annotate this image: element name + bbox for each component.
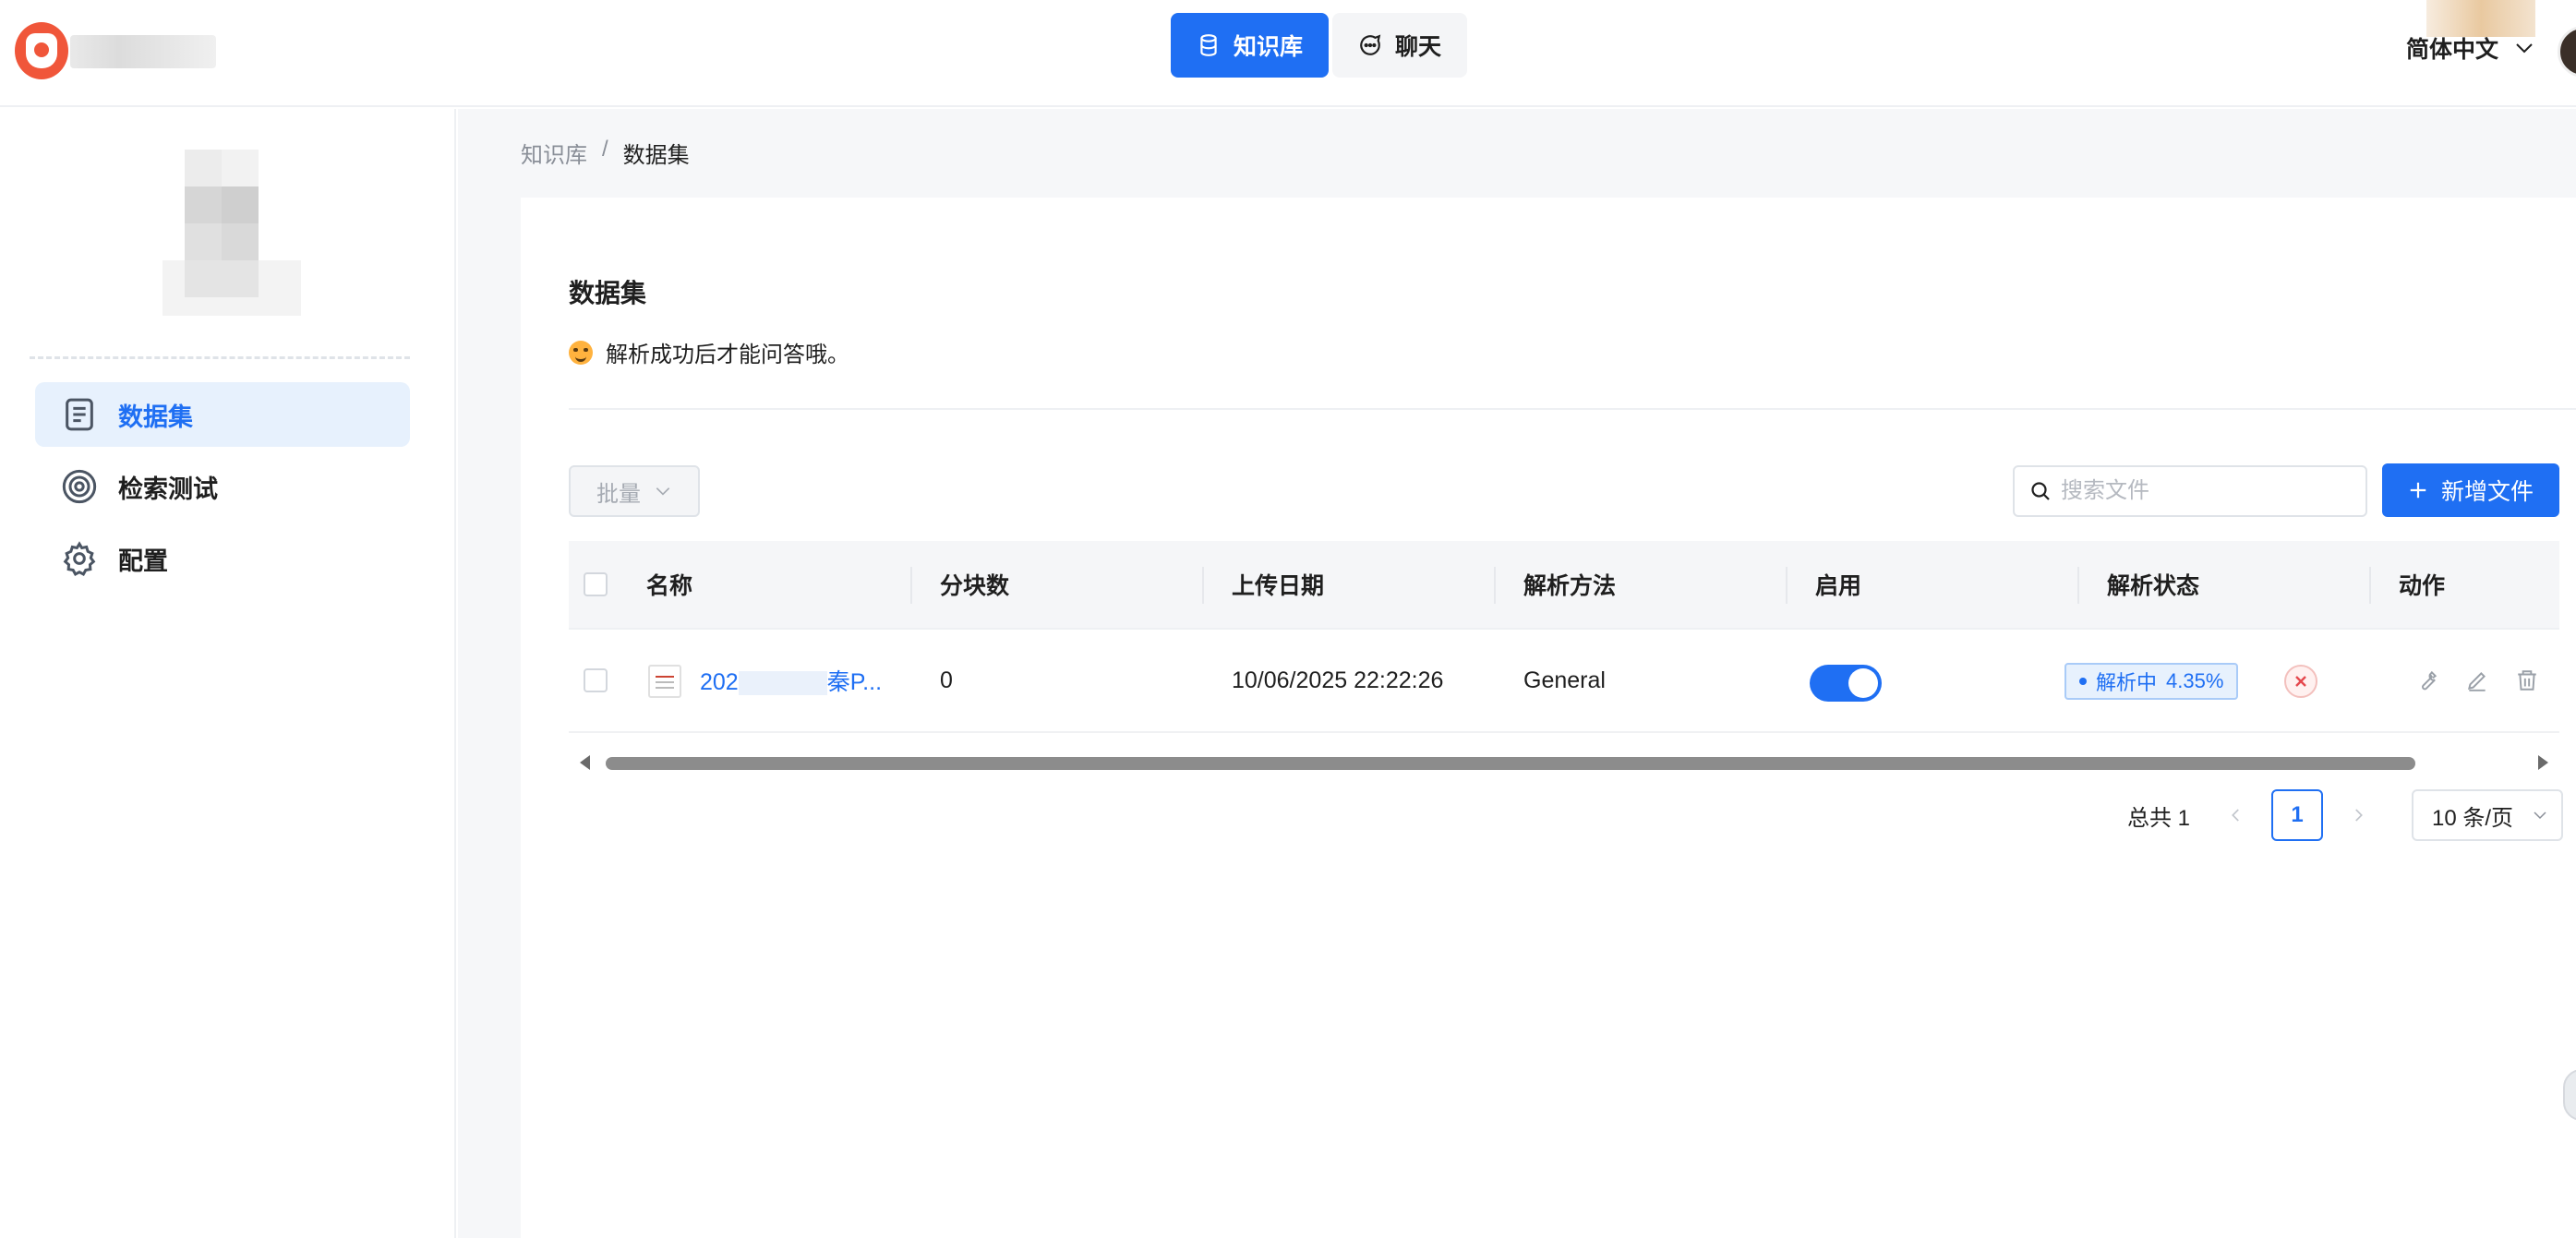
file-search-box[interactable] — [2013, 465, 2367, 517]
column-header-upload-date[interactable]: 上传日期 — [1232, 568, 1324, 601]
knowledge-base-cover-image — [163, 150, 301, 325]
column-header-actions: 动作 — [2399, 573, 2446, 599]
file-thumbnail — [648, 665, 681, 698]
language-selector[interactable]: 简体中文 — [2406, 31, 2535, 65]
chevron-right-icon — [2355, 809, 2363, 822]
batch-label: 批量 — [596, 481, 641, 507]
chevron-left-icon — [2232, 809, 2239, 822]
column-header-parse-method[interactable]: 解析方法 — [1523, 568, 1616, 601]
main-content: 知识库 / 数据集 数据集 解析成功后才能问答哦。 批量 新增文件 名称 — [458, 109, 2576, 1238]
chat-icon — [1360, 34, 1381, 55]
breadcrumb-current: 数据集 — [622, 143, 690, 168]
plus-icon — [2410, 482, 2426, 499]
close-icon — [2295, 676, 2306, 687]
chevron-down-icon — [2516, 43, 2533, 54]
nav-tab-label: 知识库 — [1234, 34, 1304, 60]
sidebar-item-configuration[interactable]: 配置 — [35, 526, 410, 591]
files-table: 名称 分块数 上传日期 解析方法 启用 解析状态 动作 202 秦P... 0 … — [569, 541, 2559, 733]
column-header-parse-status[interactable]: 解析状态 — [2107, 568, 2199, 601]
table-header: 名称 分块数 上传日期 解析方法 启用 解析状态 动作 — [569, 541, 2559, 630]
top-header: 知识库 聊天 简体中文 — [0, 0, 2576, 107]
sidebar-item-retrieval-test[interactable]: 检索测试 — [35, 454, 410, 519]
nav-tab-label: 聊天 — [1395, 34, 1442, 60]
language-label: 简体中文 — [2406, 37, 2499, 63]
upload-date: 10/06/2025 22:22:26 — [1232, 667, 1444, 693]
column-divider — [1786, 567, 1788, 604]
search-icon — [2031, 482, 2050, 500]
sidebar: 数据集 检索测试 配置 — [0, 109, 456, 1238]
info-tip: 解析成功后才能问答哦。 — [569, 336, 849, 368]
breadcrumb: 知识库 / 数据集 — [521, 137, 690, 169]
add-file-button[interactable]: 新增文件 — [2382, 463, 2559, 517]
user-avatar[interactable] — [2558, 26, 2576, 78]
batch-dropdown-button[interactable]: 批量 — [569, 465, 700, 517]
document-icon — [66, 398, 93, 431]
search-input[interactable] — [2061, 478, 2356, 504]
file-name-link[interactable]: 202 秦P... — [700, 664, 882, 697]
enabled-toggle[interactable] — [1810, 665, 1882, 702]
scroll-right-arrow-icon[interactable] — [2538, 755, 2548, 770]
sidebar-item-label: 数据集 — [118, 403, 193, 431]
select-all-checkbox[interactable] — [584, 572, 608, 596]
edit-icon[interactable] — [2465, 668, 2489, 692]
column-header-enabled[interactable]: 启用 — [1815, 568, 1861, 601]
pagination: 总共 1 1 10 条/页 — [2127, 788, 2564, 842]
chunk-count: 0 — [940, 667, 953, 693]
column-header-chunks[interactable]: 分块数 — [940, 568, 1009, 601]
column-divider — [2369, 567, 2371, 604]
status-progress: 4.35% — [2166, 669, 2224, 692]
page-size-select[interactable]: 10 条/页 — [2412, 789, 2564, 841]
page-size-label: 10 条/页 — [2432, 805, 2514, 831]
brand-name-redacted — [70, 35, 216, 68]
gear-icon — [63, 541, 96, 577]
column-header-name[interactable]: 名称 — [646, 568, 692, 601]
parse-method: General — [1523, 667, 1606, 693]
smile-emoji-icon — [569, 340, 593, 365]
row-checkbox[interactable] — [584, 668, 608, 692]
section-divider — [569, 408, 2576, 410]
chevron-down-icon — [2534, 811, 2546, 820]
nav-tab-chat[interactable]: 聊天 — [1332, 13, 1468, 78]
sidebar-item-label: 配置 — [118, 547, 168, 575]
column-divider — [910, 567, 912, 604]
add-file-label: 新增文件 — [2440, 479, 2534, 505]
table-row: 202 秦P... 0 10/06/2025 22:22:26 General 解… — [569, 630, 2559, 733]
status-label: 解析中 — [2096, 671, 2158, 694]
file-name-prefix: 202 — [700, 669, 739, 695]
next-page-button[interactable] — [2336, 793, 2380, 837]
scrollbar-thumb[interactable] — [606, 757, 2415, 770]
scroll-left-arrow-icon[interactable] — [580, 755, 590, 770]
dataset-card: 数据集 解析成功后才能问答哦。 批量 新增文件 名称 分块数 上传日期 — [521, 198, 2576, 1238]
database-icon — [1200, 34, 1217, 56]
wrench-icon[interactable] — [2415, 668, 2439, 692]
target-icon — [62, 469, 97, 504]
sidebar-divider — [30, 356, 410, 359]
app-logo[interactable] — [15, 22, 68, 79]
page-title: 数据集 — [569, 279, 647, 307]
breadcrumb-separator: / — [602, 137, 608, 162]
pagination-total: 总共 1 — [2127, 805, 2191, 831]
horizontal-scrollbar[interactable] — [569, 748, 2559, 775]
file-name-redacted — [738, 671, 827, 696]
parse-status-badge: 解析中 4.35% — [2064, 663, 2239, 700]
status-dot — [2079, 678, 2087, 685]
file-name-suffix: 秦P... — [826, 669, 883, 695]
sidebar-item-label: 检索测试 — [118, 475, 218, 503]
cancel-parse-button[interactable] — [2284, 665, 2317, 698]
column-divider — [1494, 567, 1496, 604]
prev-page-button[interactable] — [2214, 793, 2258, 837]
column-divider — [2077, 567, 2079, 604]
page-number-button[interactable]: 1 — [2271, 789, 2324, 841]
sidebar-menu: 数据集 检索测试 配置 — [35, 382, 410, 598]
tip-text: 解析成功后才能问答哦。 — [606, 343, 849, 367]
sidebar-item-dataset[interactable]: 数据集 — [35, 382, 410, 447]
column-divider — [1202, 567, 1204, 604]
chevron-down-icon — [656, 487, 670, 496]
trash-icon[interactable] — [2515, 668, 2539, 692]
breadcrumb-parent-link[interactable]: 知识库 — [521, 137, 587, 169]
nav-tab-knowledge-base[interactable]: 知识库 — [1171, 13, 1330, 78]
main-nav: 知识库 聊天 — [1171, 13, 1468, 78]
